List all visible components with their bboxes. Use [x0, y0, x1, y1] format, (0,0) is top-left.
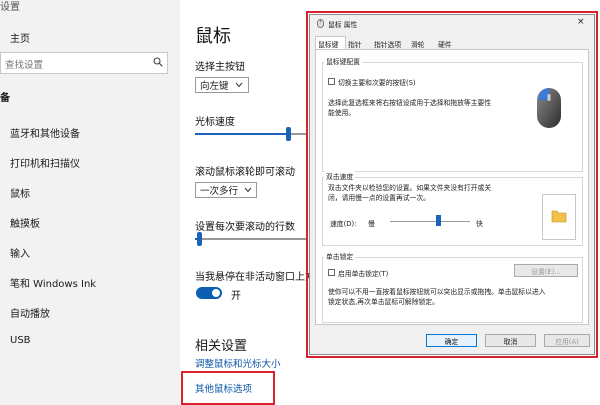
- wheel-scroll-value: 一次多行: [200, 186, 239, 197]
- cursor-speed-label: 光标速度: [195, 117, 235, 128]
- adjust-mouse-size-link[interactable]: 调整鼠标和光标大小: [195, 356, 281, 370]
- scroll-lines-track: [195, 238, 307, 240]
- cursor-speed-thumb[interactable]: [286, 127, 291, 141]
- search-icon: [153, 57, 163, 67]
- chevron-down-icon: [235, 82, 242, 88]
- cursor-speed-slider[interactable]: [195, 127, 307, 141]
- page-title: 鼠标: [195, 26, 231, 47]
- scroll-lines-label: 设置每次要滚动的行数: [195, 222, 295, 233]
- wheel-scroll-label: 滚动鼠标滚轮即可滚动: [195, 167, 295, 178]
- wheel-scroll-dropdown[interactable]: 一次多行: [195, 182, 257, 198]
- toggle-state-label: 开: [231, 291, 241, 302]
- cursor-speed-fill: [195, 133, 288, 135]
- search-box[interactable]: [0, 52, 168, 76]
- sidebar-item-touchpad[interactable]: 触摸板: [10, 215, 40, 230]
- sidebar-item-autoplay[interactable]: 自动播放: [10, 305, 50, 320]
- sidebar-section-label: 备: [0, 93, 10, 104]
- primary-button-label: 选择主按钮: [195, 62, 245, 73]
- other-mouse-options-link[interactable]: 其他鼠标选项: [195, 381, 252, 395]
- related-settings-title: 相关设置: [195, 339, 248, 354]
- sidebar-item-input[interactable]: 输入: [10, 245, 30, 260]
- primary-button-value: 向左键: [200, 81, 229, 92]
- sidebar-header: 设置: [0, 2, 20, 13]
- sidebar-item-printers[interactable]: 打印机和扫描仪: [10, 155, 80, 170]
- settings-sidebar: 设置 主页 备 蓝牙和其他设备 打印机和扫描仪 鼠标 触摸板 输入 笔和 Win…: [0, 0, 180, 405]
- sidebar-item-pen[interactable]: 笔和 Windows Ink: [10, 275, 96, 290]
- highlight-box-dialog: [306, 11, 598, 358]
- scroll-lines-slider[interactable]: [195, 232, 307, 246]
- sidebar-item-usb[interactable]: USB: [10, 335, 31, 346]
- primary-button-dropdown[interactable]: 向左键: [195, 77, 249, 93]
- sidebar-item-bluetooth[interactable]: 蓝牙和其他设备: [10, 125, 80, 140]
- chevron-down-icon: [244, 187, 252, 193]
- sidebar-item-mouse[interactable]: 鼠标: [10, 185, 30, 200]
- sidebar-item-home[interactable]: 主页: [10, 30, 30, 45]
- toggle-knob: [212, 289, 220, 297]
- inactive-scroll-toggle[interactable]: [196, 287, 222, 299]
- search-input[interactable]: [1, 55, 149, 76]
- scroll-lines-thumb[interactable]: [197, 232, 202, 246]
